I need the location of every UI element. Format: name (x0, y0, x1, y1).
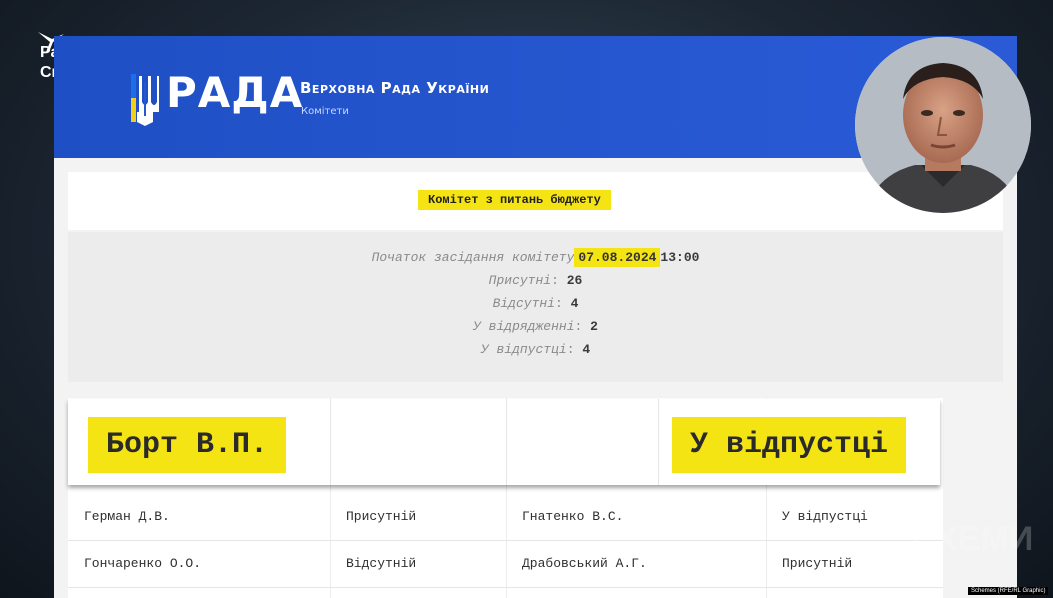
member-name: Гнатенко В.С. (522, 509, 624, 524)
member-status: Присутній (782, 556, 853, 571)
member-status: У відпустці (782, 509, 868, 524)
rada-wordmark[interactable]: РАДА (166, 68, 303, 117)
stat-present: Присутні: 26 (488, 273, 583, 288)
highlighted-member-status: У відпустці (672, 417, 907, 473)
member-status: Присутній (346, 509, 417, 524)
member-portrait (855, 37, 1031, 213)
committee-name: Комітет з питань бюджету (418, 190, 611, 210)
table-row: Гончаренко О.О. Відсутній Драбовський А.… (68, 541, 943, 588)
highlighted-member-name: Борт В.П. (88, 417, 287, 473)
stat-label: Присутні (488, 273, 552, 288)
member-name: Драбовський А.Г. (522, 556, 647, 571)
stat-label: У відпустці (480, 342, 567, 357)
session-start-label: Початок засідання комітету (371, 250, 575, 265)
member-name: Гончаренко О.О. (84, 556, 202, 571)
stat-label: Відсутні (492, 296, 555, 311)
session-start-line: Початок засідання комітету 07.08.2024 13:0… (68, 248, 1003, 267)
stat-value: 26 (566, 273, 583, 288)
rada-title: Верховна Рада України (300, 79, 490, 97)
table-row: Герман Д.В. Присутній Гнатенко В.С. У ві… (68, 494, 943, 541)
stat-label: У відрядженні (473, 319, 575, 334)
schemes-watermark: СХЕМИ (912, 520, 1034, 558)
member-name: Герман Д.В. (84, 509, 170, 524)
ukraine-trident-icon (131, 74, 159, 126)
stat-value: 4 (582, 342, 591, 357)
graphic-credit: Schemes (RFE/RL Graphic) (968, 587, 1049, 595)
stat-value: 2 (590, 319, 598, 334)
highlighted-member-row: Борт В.П. У відпустці (68, 399, 940, 485)
session-summary: Початок засідання комітету 07.08.2024 13:0… (68, 232, 1003, 382)
stat-absent: Відсутні: 4 (492, 296, 579, 311)
stat-business-trip: У відрядженні: 2 (473, 319, 598, 334)
column-divider (506, 399, 507, 485)
stat-vacation: У відпустці: 4 (480, 342, 591, 357)
member-status: Відсутній (346, 556, 417, 571)
rada-subtitle[interactable]: Комітети (301, 106, 349, 117)
column-divider (330, 399, 331, 485)
session-time: 13:00 (660, 250, 700, 265)
stat-value: 4 (570, 296, 579, 311)
column-divider (658, 399, 659, 485)
portrait-photo (855, 37, 1031, 213)
session-date: 07.08.2024 (574, 248, 661, 267)
